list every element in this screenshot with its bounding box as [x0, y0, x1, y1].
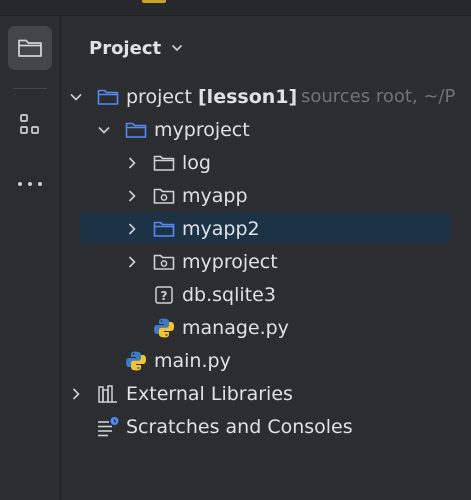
project-view-selector[interactable]: Project [89, 36, 183, 60]
folder-icon [96, 80, 120, 113]
chevron-down-icon[interactable] [68, 80, 84, 113]
tree-row-myapp2[interactable]: myapp2 [62, 212, 471, 245]
tree-row-myproject-package[interactable]: myproject [62, 245, 471, 278]
tree-item-label: main.py [154, 349, 231, 372]
tree-item-label: myproject [182, 250, 278, 273]
folder-icon [124, 113, 148, 146]
tree-row-main-py[interactable]: main.py [62, 344, 471, 377]
tree-item-label: Scratches and Consoles [126, 415, 353, 438]
tree-item-label: myproject [154, 118, 250, 141]
tree-row-external-libraries[interactable]: External Libraries [62, 377, 471, 410]
branch-label: [lesson1] [198, 85, 298, 108]
svg-text:?: ? [161, 289, 168, 303]
tree-item-label: log [182, 151, 211, 174]
chevron-right-icon[interactable] [124, 245, 140, 278]
folder-icon [152, 146, 176, 179]
more-tools-button[interactable] [8, 162, 52, 206]
chevron-right-icon[interactable] [124, 146, 140, 179]
toolstrip-divider [13, 88, 47, 89]
tree-row-scratches[interactable]: Scratches and Consoles [62, 410, 471, 443]
chevron-down-icon[interactable] [96, 113, 112, 146]
tree-item-hint: sources root, ~/P [301, 86, 456, 107]
scratches-icon [96, 410, 120, 443]
tree-item-label: myapp [182, 184, 248, 207]
package-icon [152, 245, 176, 278]
chevron-right-icon[interactable] [124, 179, 140, 212]
tree-row-db-sqlite3[interactable]: ? db.sqlite3 [62, 278, 471, 311]
title-bar-indicator [142, 0, 166, 3]
tree-row-myproject[interactable]: myproject [62, 113, 471, 146]
tree-row-log[interactable]: log [62, 146, 471, 179]
tree-row-myapp[interactable]: myapp [62, 179, 471, 212]
library-icon [96, 377, 120, 410]
project-panel: Project project [lesson1] sources root, … [62, 16, 471, 500]
folder-icon [17, 37, 43, 59]
tree-row-project[interactable]: project [lesson1] sources root, ~/P [62, 80, 471, 113]
chevron-down-icon [171, 44, 183, 52]
title-bar [0, 0, 471, 16]
package-icon [152, 179, 176, 212]
tree-item-label: project [lesson1] [126, 85, 298, 108]
structure-tool-button[interactable] [8, 103, 52, 147]
python-file-icon [124, 344, 148, 377]
tree-item-label: manage.py [182, 316, 289, 339]
folder-icon [152, 212, 176, 245]
structure-icon [18, 113, 42, 137]
chevron-right-icon[interactable] [68, 377, 84, 410]
panel-title: Project [89, 37, 162, 59]
project-tool-button[interactable] [8, 26, 52, 70]
tool-window-strip [0, 16, 61, 500]
chevron-right-icon[interactable] [124, 212, 140, 245]
unknown-file-icon: ? [152, 278, 176, 311]
tree-item-label: db.sqlite3 [182, 283, 276, 306]
more-icon [17, 181, 43, 187]
python-file-icon [152, 311, 176, 344]
tree-item-label: myapp2 [182, 217, 260, 240]
tree-item-label: External Libraries [126, 382, 293, 405]
tree-row-manage-py[interactable]: manage.py [62, 311, 471, 344]
